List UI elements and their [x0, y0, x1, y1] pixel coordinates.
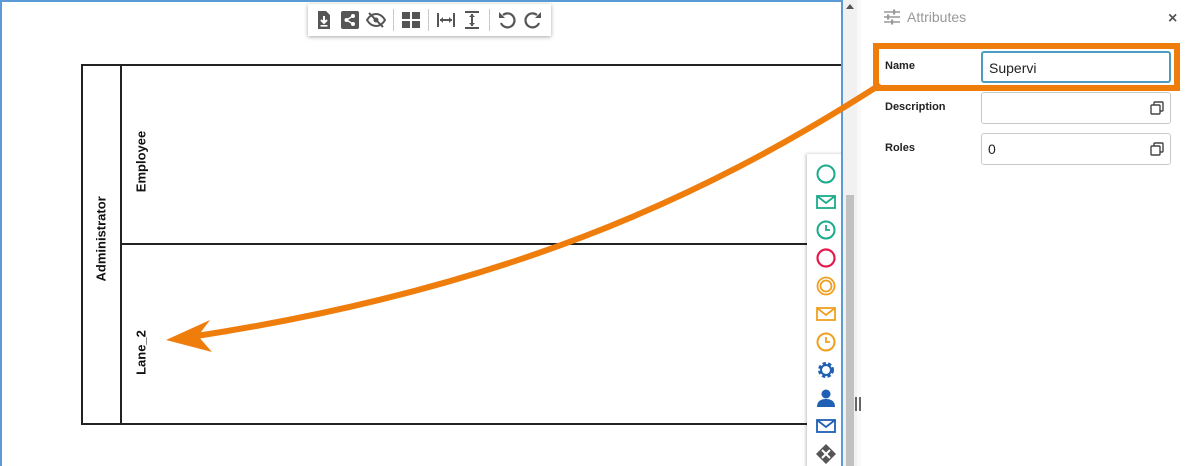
description-label: Description: [885, 101, 946, 113]
user-task-icon: [817, 389, 835, 407]
end-event-icon: [816, 248, 836, 268]
start-timer-event-icon: [816, 220, 836, 240]
scrollbar-thumb[interactable]: [846, 195, 854, 466]
shape-palette: [807, 154, 841, 466]
fit-width-button[interactable]: [434, 6, 458, 34]
service-task-icon: [818, 362, 834, 378]
undo-icon: [499, 12, 516, 29]
name-row: Name Supervi: [885, 51, 1175, 83]
palette-end-event[interactable]: [813, 244, 839, 272]
toolbar-divider: [489, 9, 490, 31]
roles-row: Roles 0: [885, 133, 1175, 165]
palette-exclusive-gateway[interactable]: [813, 440, 839, 466]
hide-icon: [366, 12, 386, 28]
panel-header: Attributes: [883, 9, 966, 25]
description-input[interactable]: [981, 92, 1171, 124]
palette-intermediate-timer-event[interactable]: [813, 328, 839, 356]
attributes-panel: Attributes × Name Supervi Description Ro…: [861, 0, 1201, 466]
roles-value: 0: [988, 141, 996, 157]
palette-start-timer-event[interactable]: [813, 216, 839, 244]
start-message-event-icon: [816, 195, 836, 209]
redo-icon: [524, 12, 541, 29]
lane-label: Lane_2: [133, 330, 149, 375]
fit-height-icon: [465, 11, 479, 29]
lane-lane-2[interactable]: Lane_2: [122, 245, 841, 423]
palette-intermediate-message-event[interactable]: [813, 300, 839, 328]
diagram-toolbar: [308, 4, 551, 36]
diagram-canvas[interactable]: Administrator Employee Lane_2: [0, 0, 843, 466]
share-icon: [341, 11, 359, 29]
pool[interactable]: Administrator Employee Lane_2: [81, 64, 841, 425]
name-label: Name: [885, 60, 915, 72]
start-event-icon: [816, 164, 836, 184]
palette-message-task[interactable]: [813, 412, 839, 440]
intermediate-message-event-icon: [816, 307, 836, 321]
palette-start-message-event[interactable]: [813, 188, 839, 216]
palette-start-event[interactable]: [813, 160, 839, 188]
roles-label: Roles: [885, 142, 915, 154]
roles-input[interactable]: 0: [981, 133, 1171, 165]
copy-icon[interactable]: [1150, 142, 1164, 156]
palette-intermediate-event[interactable]: [813, 272, 839, 300]
fit-height-button[interactable]: [460, 6, 484, 34]
close-icon[interactable]: ×: [1168, 10, 1177, 28]
fit-width-icon: [437, 13, 455, 27]
copy-icon[interactable]: [1150, 101, 1164, 115]
scroll-up-arrow-icon[interactable]: [846, 4, 854, 9]
palette-user-task[interactable]: [813, 384, 839, 412]
intermediate-timer-event-icon: [816, 332, 836, 352]
intermediate-event-icon: [816, 276, 836, 296]
sliders-icon: [884, 9, 900, 25]
message-task-icon: [816, 419, 836, 433]
lane-label: Employee: [133, 130, 149, 193]
pool-header[interactable]: Administrator: [83, 66, 122, 423]
hide-button[interactable]: [364, 6, 388, 34]
description-row: Description: [885, 92, 1175, 124]
share-button[interactable]: [338, 6, 362, 34]
name-input[interactable]: Supervi: [981, 51, 1171, 83]
toolbar-divider: [393, 9, 394, 31]
pool-label: Administrator: [93, 196, 109, 282]
grid-layout-icon: [402, 12, 420, 28]
export-icon: [318, 11, 330, 29]
panel-title: Attributes: [907, 9, 967, 25]
exclusive-gateway-icon: [816, 444, 836, 464]
layout-button[interactable]: [399, 6, 423, 34]
undo-button[interactable]: [495, 6, 519, 34]
toolbar-divider: [428, 9, 429, 31]
lane-employee[interactable]: Employee: [122, 66, 841, 245]
palette-service-task[interactable]: [813, 356, 839, 384]
export-button[interactable]: [312, 6, 336, 34]
redo-button[interactable]: [521, 6, 545, 34]
